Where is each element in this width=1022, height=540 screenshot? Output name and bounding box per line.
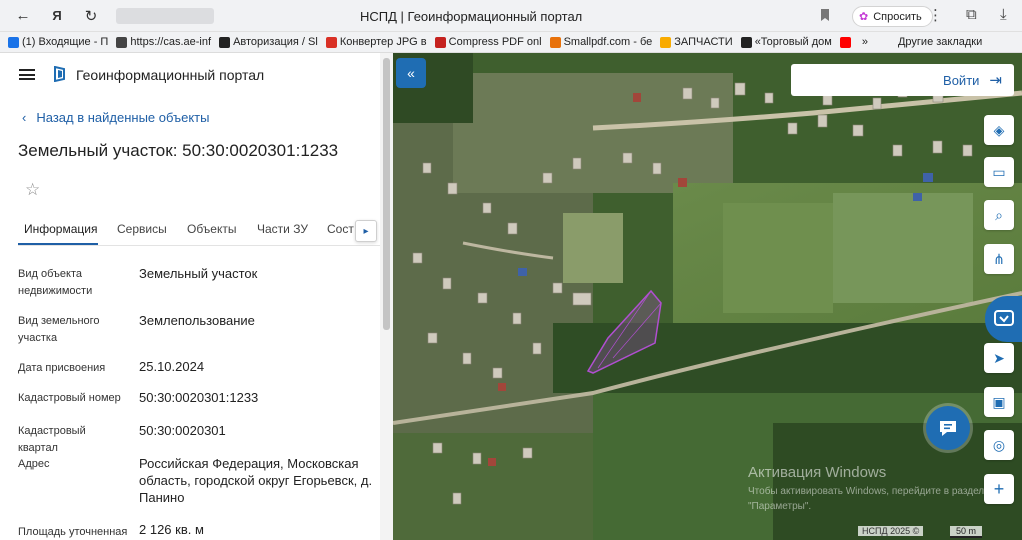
tab-parts[interactable]: Части ЗУ bbox=[257, 222, 308, 236]
bookmark-favicon-icon bbox=[839, 36, 851, 48]
row-label: Дата присвоения bbox=[18, 362, 106, 374]
row-value: 25.10.2024 bbox=[139, 359, 205, 374]
tab-state[interactable]: Сост bbox=[327, 222, 354, 236]
favorite-star-icon[interactable]: ☆ bbox=[25, 180, 40, 200]
bookmark-label: «Торговый дом bbox=[754, 36, 832, 48]
bookmark-icon[interactable] bbox=[818, 8, 832, 22]
geolocation-icon[interactable]: ➤ bbox=[984, 343, 1014, 373]
bookmark-label: Авторизация / Sl bbox=[233, 36, 318, 48]
bookmark-item[interactable]: Авторизация / Sl bbox=[219, 36, 318, 48]
row-label: Вид земельного участка bbox=[18, 315, 100, 344]
side-assistant-badge[interactable] bbox=[985, 296, 1022, 342]
chat-icon bbox=[940, 421, 956, 436]
ruler-icon[interactable]: ▭ bbox=[984, 157, 1014, 187]
row-value: Землепользование bbox=[139, 313, 255, 328]
bookmark-label: https://cas.ae-inf bbox=[130, 36, 212, 48]
collapse-panel-button[interactable]: « bbox=[396, 58, 426, 88]
tab-title: НСПД | Геоинформационный портал bbox=[360, 9, 583, 24]
row-value: Российская Федерация, Московская область… bbox=[139, 456, 373, 505]
layers-icon[interactable]: ◈ bbox=[984, 115, 1014, 145]
bookmark-item[interactable]: (1) Входящие - П bbox=[8, 36, 108, 48]
back-arrow-icon[interactable]: ← bbox=[12, 5, 34, 27]
bookmark-label: (1) Входящие - П bbox=[22, 36, 109, 48]
bookmark-favicon-icon bbox=[219, 36, 231, 48]
search-location-icon[interactable]: ◎ bbox=[984, 430, 1014, 460]
row-label: Площадь уточненная bbox=[18, 526, 128, 538]
ask-button[interactable]: ✿ Спросить bbox=[852, 6, 933, 27]
download-icon[interactable]: ⤓ bbox=[1000, 6, 1007, 23]
back-to-results-link[interactable]: ‹ Назад в найденные объекты bbox=[22, 110, 209, 125]
portal-title: Геоинформационный портал bbox=[76, 67, 265, 83]
bookmark-item[interactable]: Конвертер JPG в bbox=[325, 36, 427, 48]
row-label: Кадастровый номер bbox=[18, 392, 121, 404]
row-label: Кадастровый квартал bbox=[18, 425, 86, 454]
map-scale: 50 m bbox=[950, 526, 983, 538]
map-copyright: НСПД 2025 © bbox=[858, 526, 924, 536]
bookmark-favicon-icon bbox=[325, 36, 337, 48]
bookmark-item[interactable]: «Торговый дом bbox=[740, 36, 832, 48]
bookmark-favicon-icon bbox=[434, 36, 446, 48]
row-label: Адрес bbox=[18, 458, 50, 470]
windows-activation-title: Активация Windows bbox=[748, 464, 887, 481]
row-value: 2 126 кв. м bbox=[139, 522, 204, 537]
share-icon[interactable]: ⋔ bbox=[984, 244, 1014, 274]
chat-button[interactable] bbox=[926, 406, 970, 450]
back-link-label: Назад в найденные объекты bbox=[36, 110, 210, 125]
tab-services[interactable]: Сервисы bbox=[117, 222, 167, 236]
menu-icon[interactable]: ⋮ bbox=[928, 6, 943, 24]
assistant-icon bbox=[993, 310, 1014, 326]
map-view[interactable] bbox=[393, 53, 1022, 540]
bookmark-label: ЗАПЧАСТИ bbox=[674, 36, 733, 48]
login-icon: ⇥ bbox=[989, 72, 1002, 89]
row-value: 50:30:0020301:1233 bbox=[139, 390, 259, 405]
bookmark-favicon-icon bbox=[8, 36, 19, 48]
zoom-in-icon[interactable]: + bbox=[984, 474, 1014, 504]
row-value: Земельный участок bbox=[139, 266, 258, 281]
windows-activation-text: Чтобы активировать Windows, перейдите в … bbox=[748, 486, 985, 512]
area-search-icon[interactable]: ⌕ bbox=[984, 200, 1014, 230]
bookmark-item[interactable]: Smallpdf.com - бе bbox=[549, 36, 653, 48]
yandex-icon[interactable]: Я bbox=[46, 5, 68, 27]
bookmarks-more-button[interactable]: » bbox=[862, 36, 868, 48]
panel-tabs: Информация Сервисы Объекты Части ЗУ Сост bbox=[18, 216, 380, 246]
reload-icon[interactable]: ↻ bbox=[80, 5, 102, 27]
print-icon[interactable]: ▣ bbox=[984, 387, 1014, 417]
bookmark-label: Конвертер JPG в bbox=[339, 36, 427, 48]
page-title: Земельный участок: 50:30:0020301:1233 bbox=[18, 141, 339, 160]
bookmark-label: Smallpdf.com - бе bbox=[563, 36, 653, 48]
bookmark-item[interactable]: Compress PDF onl bbox=[434, 36, 542, 48]
address-bar[interactable] bbox=[116, 8, 214, 24]
hamburger-menu-icon[interactable] bbox=[19, 69, 35, 80]
collections-icon[interactable]: ⧉ bbox=[966, 6, 977, 23]
bookmark-item[interactable] bbox=[839, 36, 854, 48]
bookmark-favicon-icon bbox=[660, 36, 672, 48]
other-bookmarks-button[interactable]: Другие закладки bbox=[898, 36, 982, 48]
bookmark-item[interactable]: https://cas.ae-inf bbox=[116, 36, 211, 48]
login-button[interactable]: Войти ⇥ bbox=[791, 64, 1014, 96]
bookmark-label: Compress PDF onl bbox=[448, 36, 542, 48]
bookmark-favicon-icon bbox=[549, 36, 561, 48]
bookmark-favicon-icon bbox=[116, 36, 128, 48]
chevron-left-icon: ‹ bbox=[22, 110, 27, 125]
tab-objects[interactable]: Объекты bbox=[187, 222, 237, 236]
portal-logo-icon bbox=[54, 66, 65, 82]
row-label: Вид объекта недвижимости bbox=[18, 268, 93, 297]
bookmarks-bar: (1) Входящие - П https://cas.ae-inf Автори… bbox=[0, 32, 1022, 53]
active-tab-indicator bbox=[18, 243, 98, 245]
ask-icon: ✿ bbox=[859, 11, 869, 23]
ask-label: Спросить bbox=[873, 10, 922, 23]
row-value: 50:30:0020301 bbox=[139, 423, 226, 438]
satellite-imagery[interactable] bbox=[393, 53, 1022, 540]
bookmark-favicon-icon bbox=[740, 36, 752, 48]
panel-scroll-thumb[interactable] bbox=[383, 58, 390, 330]
tabs-scroll-right-button[interactable]: ▸ bbox=[355, 220, 377, 242]
bookmark-item[interactable]: ЗАПЧАСТИ bbox=[660, 36, 733, 48]
login-label: Войти bbox=[943, 72, 980, 88]
tab-information[interactable]: Информация bbox=[24, 222, 97, 236]
